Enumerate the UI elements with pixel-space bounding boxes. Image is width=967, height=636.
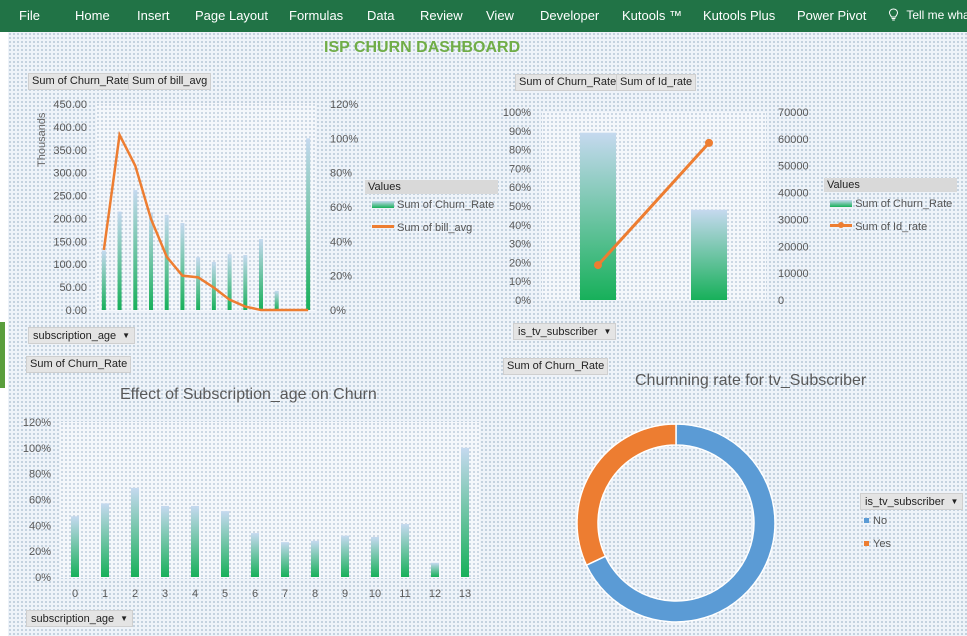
chart4-legend-no[interactable]: No <box>864 515 887 527</box>
legend-swatch-icon <box>864 518 869 523</box>
chart4-legend-field-button[interactable]: is_tv_subscriber ▼ <box>860 493 964 510</box>
chart4-legend-label-no: No <box>873 515 888 527</box>
chart4-legend-title: is_tv_subscriber <box>865 496 945 508</box>
chart4-slice-yes <box>576 423 677 567</box>
chart4-legend-label-yes: Yes <box>873 538 891 550</box>
legend-swatch-icon <box>864 541 869 546</box>
dropdown-arrow-icon: ▼ <box>950 497 959 506</box>
chart4-svg <box>576 423 776 623</box>
chart4-legend-yes[interactable]: Yes <box>864 538 891 550</box>
